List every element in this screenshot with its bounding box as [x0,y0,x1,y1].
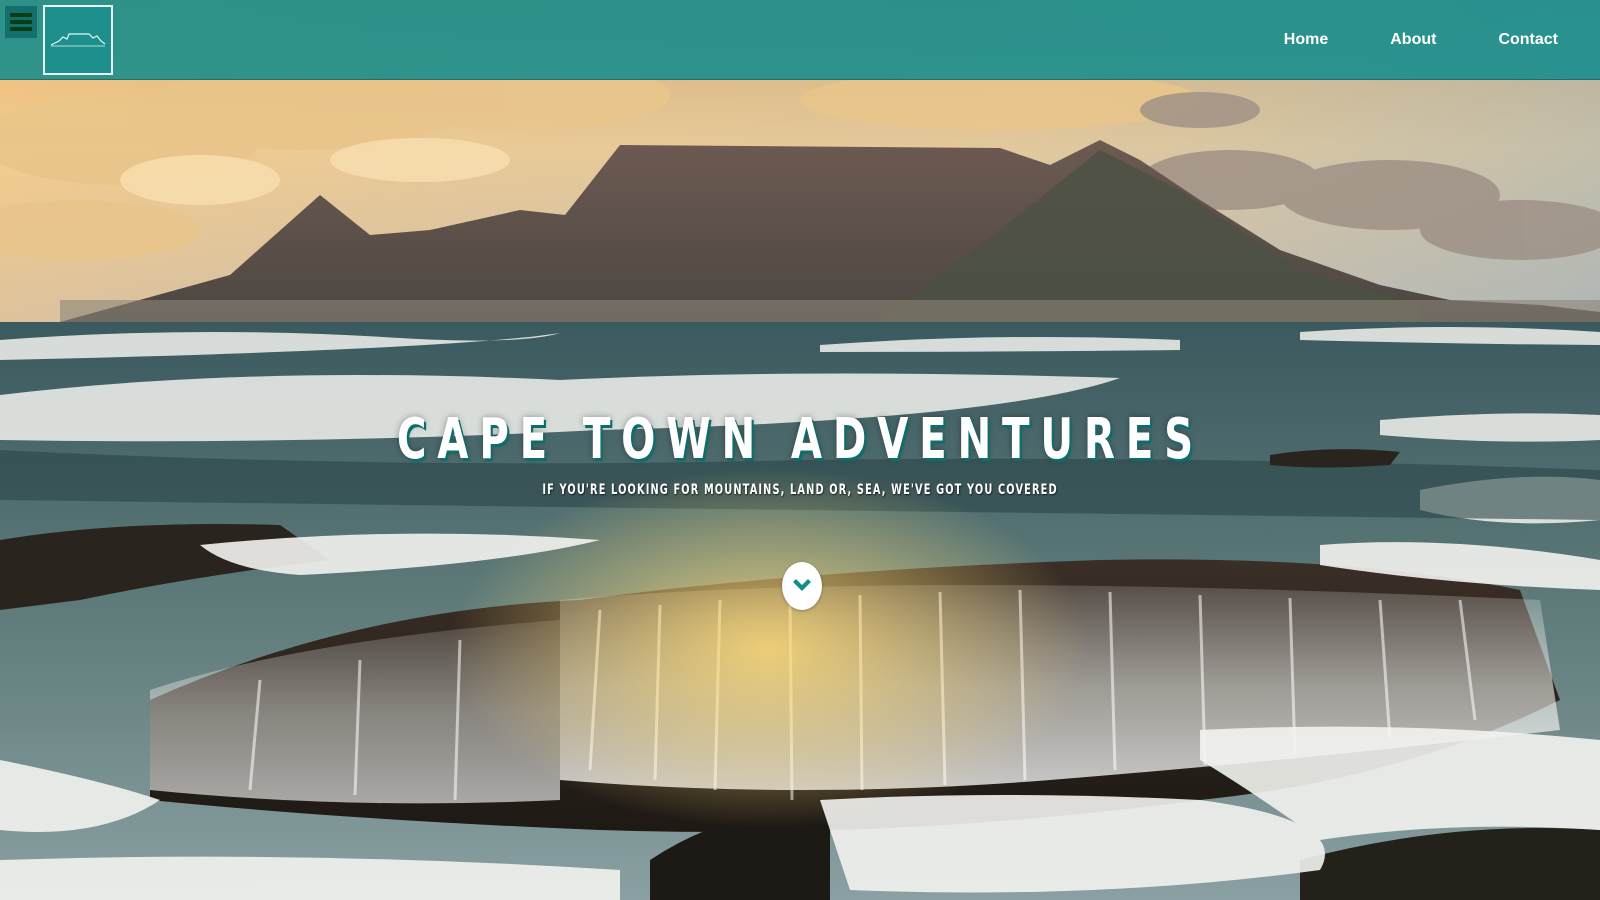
hero-title: CAPE TOWN ADVENTURES [396,407,1204,472]
main-navigation: Home About Contact [1222,0,1558,80]
site-logo[interactable] [43,5,113,75]
hamburger-menu-icon[interactable] [5,6,37,38]
nav-link-contact[interactable]: Contact [1498,31,1558,49]
mountain-logo-icon [50,33,106,47]
menu-bar-2 [10,20,32,24]
top-navbar: Home About Contact [0,0,1600,80]
menu-bar-1 [10,13,32,17]
hero-headline: CAPE TOWN ADVENTURES IF YOU'RE LOOKING F… [0,408,1600,499]
chevron-down-icon [793,579,811,591]
menu-bar-3 [10,27,32,31]
landing-page: Home About Contact CAPE TOWN ADVENTURES … [0,0,1600,900]
nav-link-about[interactable]: About [1390,31,1436,49]
hero-subtitle: IF YOU'RE LOOKING FOR MOUNTAINS, LAND OR… [542,482,1058,498]
nav-link-home[interactable]: Home [1284,31,1328,49]
scroll-down-button[interactable] [782,562,822,610]
